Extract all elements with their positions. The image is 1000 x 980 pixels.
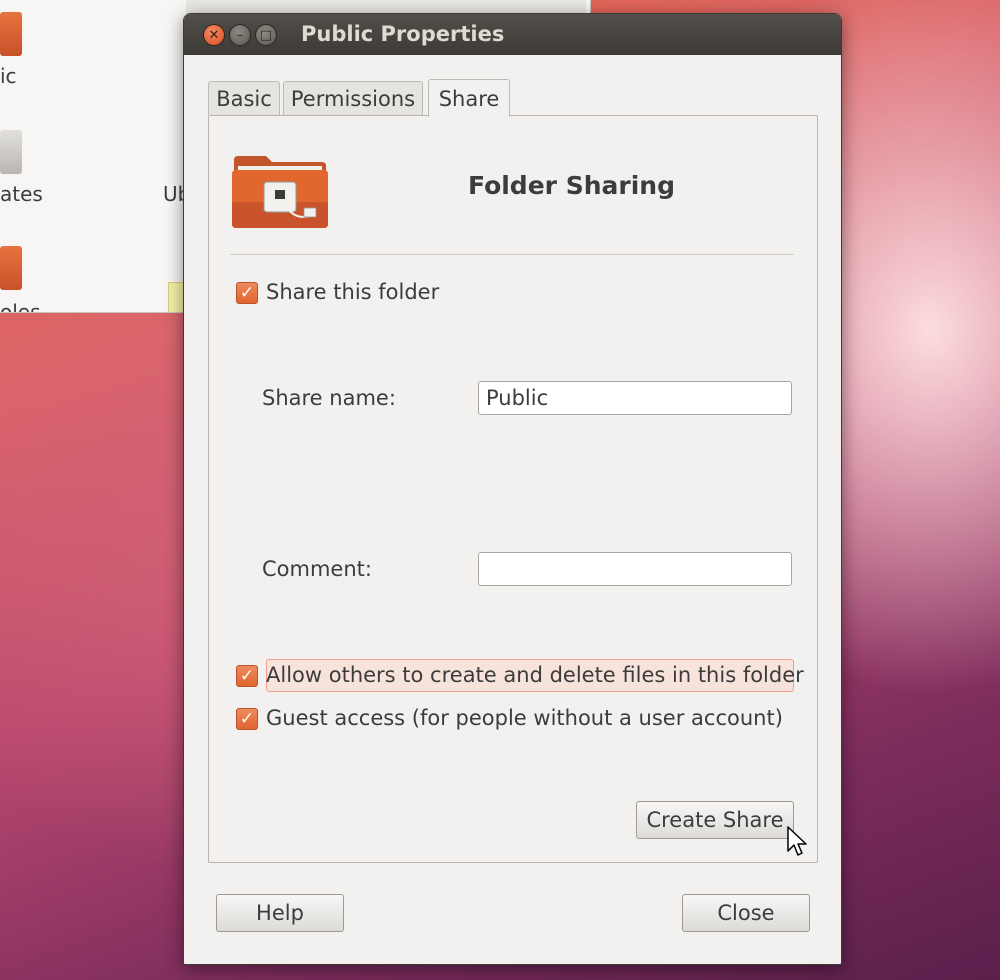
guest-access-checkbox[interactable]: ✓ [236,708,258,730]
help-button[interactable]: Help [216,894,344,932]
window-close-icon[interactable]: ✕ [203,24,225,46]
tab-permissions[interactable]: Permissions [283,81,423,115]
comment-label: Comment: [262,557,372,581]
separator [230,254,794,255]
properties-dialog: ✕ – □ Public Properties Basic Permission… [183,13,842,965]
create-share-button[interactable]: Create Share [636,801,794,839]
shared-folder-icon [232,156,328,228]
window-maximize-icon[interactable]: □ [255,24,277,46]
share-name-label: Share name: [262,386,396,410]
music-folder-icon[interactable] [0,12,22,56]
allow-others-checkbox[interactable]: ✓ [236,665,258,687]
share-this-folder-label: Share this folder [266,280,440,304]
share-name-input[interactable] [478,381,792,415]
allow-others-label: Allow others to create and delete files … [266,663,804,687]
title-bar[interactable]: ✕ – □ Public Properties [184,14,841,55]
videos-folder-label: oles [0,300,41,313]
guest-access-label: Guest access (for people without a user … [266,706,783,730]
folder-sharing-heading: Folder Sharing [468,171,675,200]
window-minimize-icon[interactable]: – [229,24,251,46]
templates-folder-icon[interactable] [0,130,22,174]
file-manager-toolbar-strip [186,0,586,14]
tab-basic[interactable]: Basic [208,81,280,115]
videos-folder-icon[interactable] [0,246,22,290]
mouse-pointer-icon [787,826,807,856]
templates-folder-label: ates [0,182,43,206]
tab-share[interactable]: Share [428,79,510,117]
music-folder-label: ic [0,64,17,88]
share-this-folder-checkbox[interactable]: ✓ [236,282,258,304]
close-button[interactable]: Close [682,894,810,932]
window-title: Public Properties [301,22,505,46]
comment-input[interactable] [478,552,792,586]
